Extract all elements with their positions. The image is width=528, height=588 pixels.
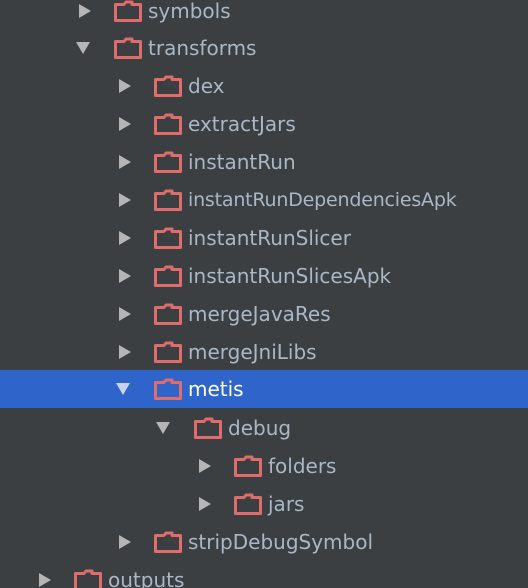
expand-arrow-icon[interactable] [34,561,56,588]
tree-item-label: mergeJavaRes [188,302,331,326]
tree-item-label: instantRunSlicesApk [188,264,392,288]
expand-arrow-icon[interactable] [114,257,136,295]
tree-item-label: folders [268,454,337,478]
tree-item-label: transforms [148,36,257,60]
folder-icon [154,227,182,249]
tree-item-label: mergeJniLibs [188,340,317,364]
tree-row-jars[interactable]: jars [0,485,528,523]
folder-icon [154,151,182,173]
tree-item-label: jars [268,492,305,516]
tree-item-label: debug [228,416,292,440]
folder-icon [154,531,182,553]
collapse-arrow-icon[interactable] [72,29,94,67]
folder-icon [74,569,102,588]
tree-row-instantrunslicer[interactable]: instantRunSlicer [0,219,528,257]
collapse-arrow-icon[interactable] [112,370,134,408]
folder-icon [154,265,182,287]
expand-arrow-icon[interactable] [194,447,216,485]
tree-row-extractjars[interactable]: extractJars [0,105,528,143]
expand-arrow-icon[interactable] [114,105,136,143]
tree-item-label: symbols [148,0,231,23]
tree-item-label: dex [188,74,225,98]
tree-row-symbols[interactable]: symbols [0,0,528,30]
folder-icon [154,189,182,211]
tree-row-stripdebugsymbol[interactable]: stripDebugSymbol [0,523,528,561]
folder-icon [234,493,262,515]
tree-row-mergejavares[interactable]: mergeJavaRes [0,295,528,333]
tree-row-mergejnilibs[interactable]: mergeJniLibs [0,333,528,371]
expand-arrow-icon[interactable] [114,523,136,561]
tree-item-label: metis [188,377,244,401]
expand-arrow-icon[interactable] [114,67,136,105]
tree-row-dex[interactable]: dex [0,67,528,105]
tree-item-label: instantRunSlicer [188,226,351,250]
tree-item-label: outputs [108,568,185,588]
expand-arrow-icon[interactable] [114,181,136,219]
tree-row-instantrun[interactable]: instantRun [0,143,528,181]
tree-row-outputs[interactable]: outputs [0,561,528,588]
expand-arrow-icon[interactable] [114,219,136,257]
tree-item-label: instantRunDependenciesApk [188,189,457,211]
expand-arrow-icon[interactable] [194,485,216,523]
tree-row-debug[interactable]: debug [0,409,528,447]
tree-item-label: instantRun [188,150,296,174]
expand-arrow-icon[interactable] [114,333,136,371]
expand-arrow-icon[interactable] [114,295,136,333]
tree-row-instantrundependenciesapk[interactable]: instantRunDependenciesApk [0,181,528,219]
tree-row-folders[interactable]: folders [0,447,528,485]
collapse-arrow-icon[interactable] [152,409,174,447]
tree-row-transforms[interactable]: transforms [0,29,528,67]
folder-icon [154,341,182,363]
tree-row-instantrunslicesapk[interactable]: instantRunSlicesApk [0,257,528,295]
folder-icon [114,37,142,59]
folder-icon [194,417,222,439]
folder-icon [234,455,262,477]
project-tree: symbols transforms dex extractJars insta… [0,0,528,588]
tree-item-label: stripDebugSymbol [188,530,374,554]
tree-row-metis[interactable]: metis [0,370,528,408]
expand-arrow-icon[interactable] [114,143,136,181]
tree-item-label: extractJars [188,112,296,136]
folder-icon [154,113,182,135]
folder-icon [154,378,182,400]
expand-arrow-icon[interactable] [74,0,96,30]
folder-icon [154,75,182,97]
folder-icon [154,303,182,325]
folder-icon [114,0,142,22]
